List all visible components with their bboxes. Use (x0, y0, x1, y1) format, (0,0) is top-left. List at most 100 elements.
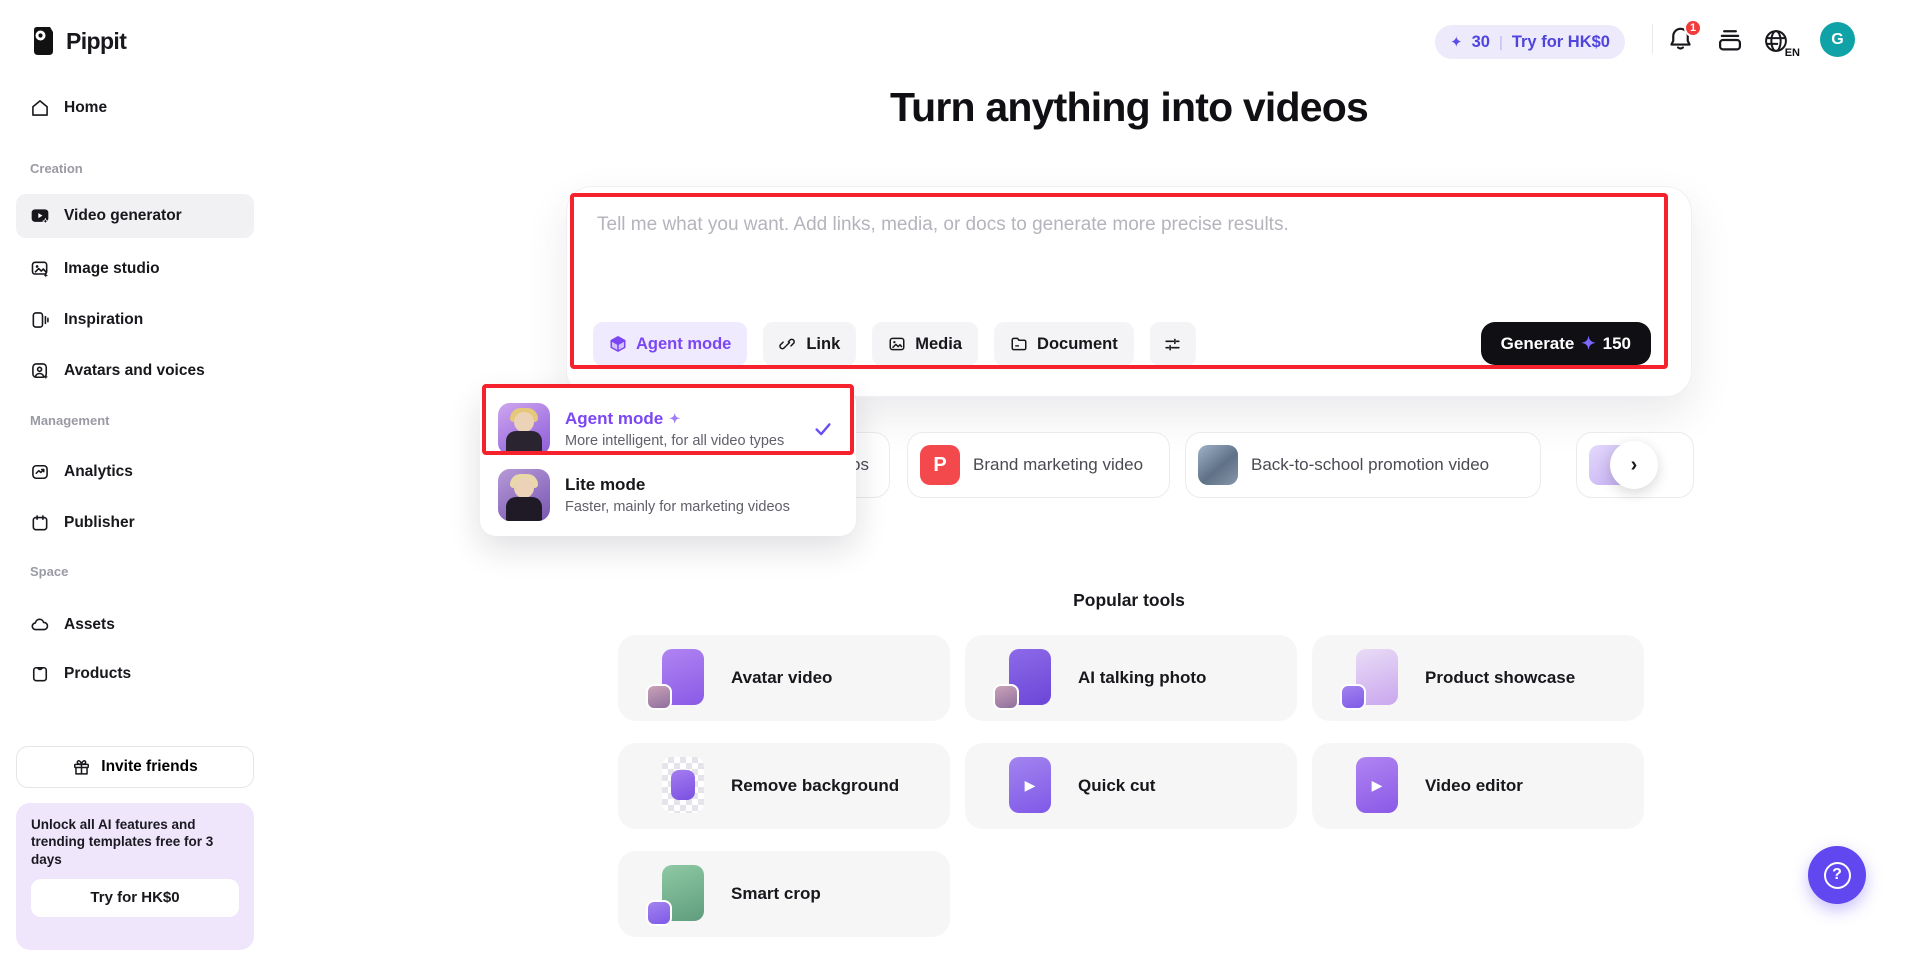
suggestion-thumbnail (1198, 445, 1238, 485)
sidebar-item-video-generator[interactable]: Video generator (16, 194, 254, 238)
question-mark-icon: ? (1824, 862, 1851, 889)
tool-label: Remove background (731, 776, 899, 796)
promo-try-button[interactable]: Try for HK$0 (31, 879, 239, 917)
popular-tools-title: Popular tools (566, 590, 1692, 611)
products-bag-icon (30, 664, 50, 684)
sidebar-item-label: Publisher (64, 514, 135, 532)
sidebar-item-label: Home (64, 99, 107, 117)
generate-button[interactable]: Generate ✦ 150 (1481, 322, 1651, 365)
sidebar-item-assets[interactable]: Assets (16, 603, 254, 647)
tool-card-product-showcase[interactable]: Product showcase (1312, 635, 1644, 721)
generate-label: Generate (1501, 334, 1575, 354)
suggestion-chip-brand-marketing[interactable]: P Brand marketing video (907, 432, 1170, 498)
agent-cube-icon (609, 335, 627, 353)
sparkle-icon: ✦ (669, 411, 680, 427)
inspiration-icon (30, 310, 50, 330)
sidebar-item-label: Products (64, 665, 131, 683)
sidebar-item-label: Assets (64, 616, 115, 634)
media-image-icon (888, 335, 906, 353)
sidebar-item-label: Analytics (64, 463, 133, 481)
pippit-logo-icon (30, 26, 57, 57)
video-generator-icon (30, 206, 50, 226)
section-label-management: Management (30, 413, 109, 428)
link-icon (779, 335, 797, 353)
pippit-app: { "brand": { "name": "Pippit" }, "topbar… (0, 0, 1920, 953)
tool-card-remove-background[interactable]: Remove background (618, 743, 950, 829)
sidebar-item-label: Image studio (64, 260, 160, 278)
brand-name: Pippit (66, 28, 126, 55)
tool-card-avatar-video[interactable]: Avatar video (618, 635, 950, 721)
pippit-logo[interactable]: Pippit (30, 26, 126, 57)
avatar-video-thumbnail (652, 649, 704, 707)
chevron-right-icon: › (1631, 454, 1638, 477)
suggestion-chip-back-to-school[interactable]: Back-to-school promotion video (1185, 432, 1541, 498)
sliders-icon (1163, 335, 1182, 354)
suggestion-label: Brand marketing video (973, 455, 1143, 475)
sidebar-item-analytics[interactable]: Analytics (16, 450, 254, 494)
remove-background-thumbnail (652, 757, 704, 815)
tool-card-smart-crop[interactable]: Smart crop (618, 851, 950, 937)
tool-label: Smart crop (731, 884, 821, 904)
check-icon (812, 418, 834, 440)
trial-promo-card: Unlock all AI features and trending temp… (16, 803, 254, 950)
add-document-label: Document (1037, 335, 1118, 354)
prompt-composer: Tell me what you want. Add links, media,… (566, 186, 1692, 397)
agent-mode-thumbnail (498, 403, 550, 455)
publisher-icon (30, 513, 50, 533)
document-folder-icon (1010, 335, 1028, 353)
add-media-chip[interactable]: Media (872, 322, 978, 366)
add-document-chip[interactable]: Document (994, 322, 1134, 366)
sidebar-item-label: Inspiration (64, 311, 143, 329)
sidebar: Pippit Home Creation Video generator (0, 0, 270, 953)
sidebar-item-label: Video generator (64, 207, 182, 225)
menu-item-agent-mode[interactable]: Agent mode ✦ More intelligent, for all v… (488, 396, 848, 462)
sidebar-item-avatars-voices[interactable]: Avatars and voices (16, 349, 254, 393)
promo-text: Unlock all AI features and trending temp… (31, 816, 239, 868)
suggestions-next-button[interactable]: › (1610, 441, 1658, 489)
mode-item-text: Agent mode ✦ More intelligent, for all v… (565, 409, 784, 449)
add-media-label: Media (915, 335, 962, 354)
ai-talking-photo-thumbnail (999, 649, 1051, 707)
sidebar-item-publisher[interactable]: Publisher (16, 501, 254, 545)
product-showcase-thumbnail (1346, 649, 1398, 707)
settings-chip[interactable] (1150, 322, 1196, 366)
tool-card-quick-cut[interactable]: ▶ Quick cut (965, 743, 1297, 829)
sidebar-item-image-studio[interactable]: Image studio (16, 247, 254, 291)
assets-cloud-icon (30, 615, 50, 635)
sidebar-item-label: Avatars and voices (64, 362, 205, 380)
generate-cost: 150 (1603, 334, 1631, 354)
invite-friends-label: Invite friends (101, 758, 197, 776)
agent-mode-title: Agent mode (565, 409, 663, 429)
add-link-chip[interactable]: Link (763, 322, 856, 366)
tool-label: Quick cut (1078, 776, 1155, 796)
generate-diamond-icon: ✦ (1581, 334, 1595, 354)
home-icon (30, 98, 50, 118)
sidebar-item-home[interactable]: Home (16, 86, 254, 130)
page-title: Turn anything into videos (566, 84, 1692, 131)
tool-label: Product showcase (1425, 668, 1575, 688)
prompt-input[interactable]: Tell me what you want. Add links, media,… (597, 214, 1289, 236)
tool-card-ai-talking-photo[interactable]: AI talking photo (965, 635, 1297, 721)
popular-tools-grid: Avatar video AI talking photo Product sh… (618, 635, 1644, 937)
tool-card-video-editor[interactable]: ▶ Video editor (1312, 743, 1644, 829)
agent-mode-chip[interactable]: Agent mode (593, 322, 747, 366)
mode-dropdown-menu: Agent mode ✦ More intelligent, for all v… (480, 388, 856, 536)
composer-toolbar: Agent mode Link (593, 322, 1196, 366)
gift-icon (72, 758, 91, 777)
sidebar-item-inspiration[interactable]: Inspiration (16, 298, 254, 342)
menu-item-lite-mode[interactable]: Lite mode Faster, mainly for marketing v… (488, 462, 848, 528)
tool-label: Video editor (1425, 776, 1523, 796)
invite-friends-button[interactable]: Invite friends (16, 746, 254, 788)
video-editor-thumbnail: ▶ (1346, 757, 1398, 815)
agent-mode-desc: More intelligent, for all video types (565, 433, 784, 449)
add-link-label: Link (806, 335, 840, 354)
main-content: Turn anything into videos Tell me what y… (270, 0, 1920, 953)
help-button[interactable]: ? (1808, 846, 1866, 904)
avatars-icon (30, 361, 50, 381)
mode-item-text: Lite mode Faster, mainly for marketing v… (565, 475, 790, 515)
tool-label: AI talking photo (1078, 668, 1206, 688)
section-label-space: Space (30, 564, 68, 579)
suggestion-label: Back-to-school promotion video (1251, 455, 1489, 475)
sidebar-item-products[interactable]: Products (16, 652, 254, 696)
lite-mode-thumbnail (498, 469, 550, 521)
